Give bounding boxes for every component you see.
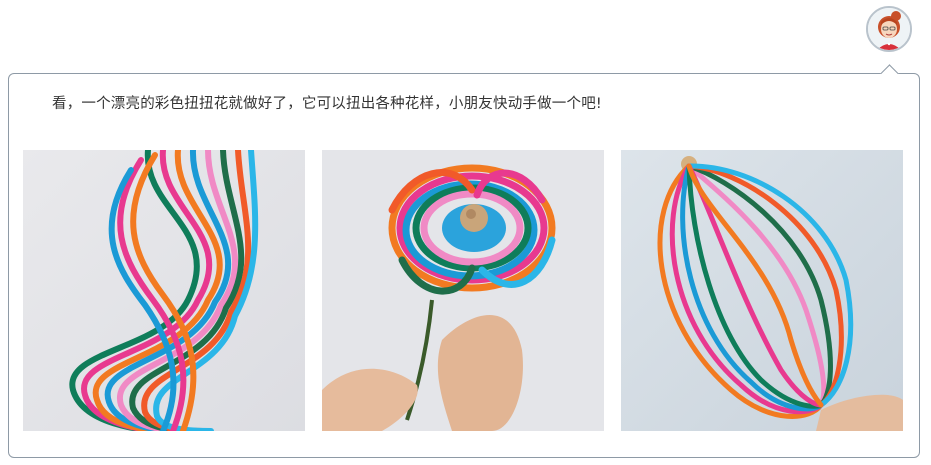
message-text: 看，一个漂亮的彩色扭扭花就做好了，它可以扭出各种花样，小朋友快动手做一个吧!	[52, 96, 602, 112]
twisted-spiral-paper-flower-icon	[23, 150, 305, 431]
photo-round-flower[interactable]	[322, 150, 604, 431]
chat-page: 看，一个漂亮的彩色扭扭花就做好了，它可以扭出各种花样，小朋友快动手做一个吧!	[0, 0, 931, 465]
girl-avatar-icon	[868, 8, 910, 50]
avatar[interactable]	[866, 6, 912, 52]
bubble-tail	[880, 62, 900, 74]
oval-lantern-paper-flower-icon	[621, 150, 903, 431]
photo-twisted-flower[interactable]	[23, 150, 305, 431]
photo-lantern-flower[interactable]	[621, 150, 903, 431]
round-paper-flower-on-stem-icon	[322, 150, 604, 431]
